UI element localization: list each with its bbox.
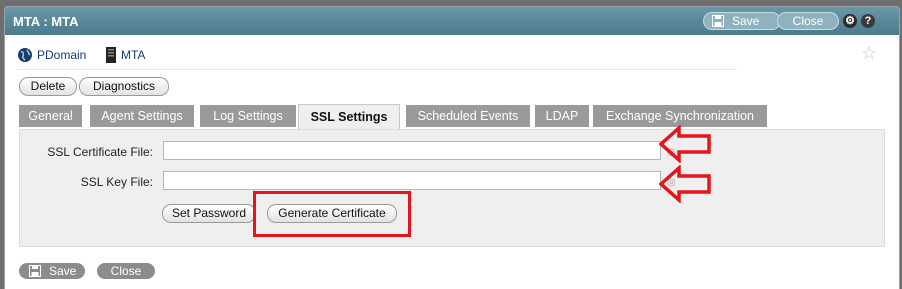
footer-close-button[interactable]: Close bbox=[97, 263, 155, 279]
breadcrumb-domain[interactable]: PDomain bbox=[17, 47, 86, 66]
breadcrumb-mta[interactable]: MTA bbox=[105, 47, 145, 66]
globe-icon bbox=[18, 48, 32, 62]
title-bar: MTA : MTA Save Close ⚙ ? bbox=[5, 7, 899, 35]
ssl-key-file-label: SSL Key File: bbox=[80, 175, 153, 189]
ssl-certificate-file-input[interactable] bbox=[163, 141, 661, 160]
floppy-disk-icon bbox=[712, 15, 724, 31]
delete-button[interactable]: Delete bbox=[19, 77, 77, 96]
annotation-highlight-box bbox=[253, 191, 411, 237]
gear-icon[interactable]: ⚙ bbox=[843, 14, 857, 28]
annotation-arrow-left bbox=[659, 165, 711, 203]
tab-ssl-settings[interactable]: SSL Settings bbox=[298, 104, 400, 130]
ssl-certificate-file-label: SSL Certificate File: bbox=[47, 145, 153, 159]
tab-exchange-synchronization[interactable]: Exchange Synchronization bbox=[593, 105, 767, 127]
tab-scheduled-events[interactable]: Scheduled Events bbox=[406, 105, 530, 127]
tab-log-settings[interactable]: Log Settings bbox=[200, 105, 296, 127]
divider bbox=[17, 69, 737, 70]
tab-general[interactable]: General bbox=[19, 105, 82, 127]
favorite-star-icon[interactable]: ☆ bbox=[861, 43, 877, 64]
annotation-arrow-left bbox=[659, 125, 711, 163]
header-save-button[interactable]: Save bbox=[703, 12, 781, 30]
help-icon[interactable]: ? bbox=[861, 14, 875, 28]
ssl-key-file-input[interactable] bbox=[163, 171, 661, 190]
tab-agent-settings[interactable]: Agent Settings bbox=[90, 105, 194, 127]
header-save-label: Save bbox=[732, 14, 760, 28]
set-password-button[interactable]: Set Password bbox=[162, 204, 256, 223]
window-title: MTA : MTA bbox=[13, 14, 79, 29]
floppy-disk-icon bbox=[29, 265, 41, 281]
diagnostics-button[interactable]: Diagnostics bbox=[79, 77, 169, 96]
header-close-button[interactable]: Close bbox=[777, 12, 839, 30]
mta-window: MTA : MTA Save Close ⚙ ? PDomain MTA ☆ D… bbox=[4, 6, 900, 289]
footer-save-label: Save bbox=[49, 264, 77, 278]
footer-save-button[interactable]: Save bbox=[19, 263, 85, 279]
tab-ldap[interactable]: LDAP bbox=[535, 105, 589, 127]
server-icon bbox=[106, 47, 116, 63]
